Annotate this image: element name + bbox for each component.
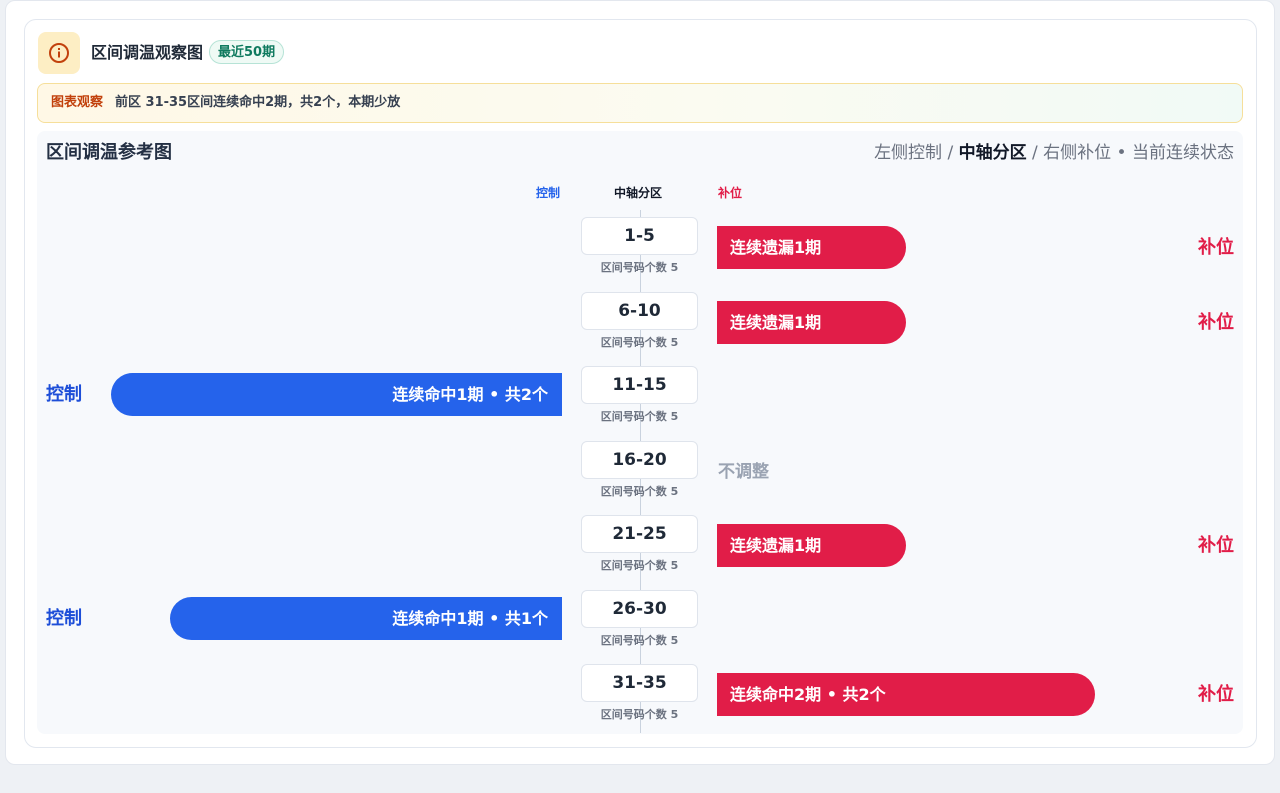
fill-tag: 补位 — [1198, 311, 1234, 333]
fill-tag: 补位 — [1198, 684, 1234, 705]
zone-count-label: 区间号码个数 5 — [600, 559, 679, 572]
zone-range: 1-5 — [581, 217, 698, 255]
control-bar: 连续命中1期 • 共1个 — [170, 596, 562, 640]
zone-row: 1-5 区间号码个数 5 连续遗漏1期 补位 — [0, 217, 1280, 291]
zone-count-label: 区间号码个数 5 — [600, 335, 679, 349]
control-tag: 控制 — [46, 607, 82, 629]
zone-range: 21-25 — [581, 515, 698, 553]
zone-count-label: 区间号码个数 5 — [600, 484, 679, 498]
control-tag: 控制 — [46, 384, 82, 405]
fill-bar: 连续命中2期 • 共2个 — [717, 673, 1095, 716]
zone-range: 31-35 — [581, 664, 698, 702]
legend-status: • 当前连续状态 — [1111, 143, 1234, 163]
column-head-axis: 中轴分区 — [614, 186, 663, 200]
no-adjust-label: 不调整 — [718, 461, 769, 482]
fill-bar: 连续遗漏1期 — [717, 524, 906, 567]
period-badge: 最近50期 — [209, 40, 285, 64]
zone-row: 31-35 区间号码个数 5 连续命中2期 • 共2个 补位 — [0, 664, 1280, 738]
zone-count-label: 区间号码个数 5 — [600, 261, 679, 274]
fill-bar: 连续遗漏1期 — [717, 300, 906, 344]
zone-row: 26-30 区间号码个数 5 连续命中1期 • 共1个 控制 — [0, 589, 1280, 664]
legend-center: 中轴分区 — [958, 143, 1027, 163]
zone-range: 26-30 — [581, 589, 698, 628]
zone-row: 16-20 区间号码个数 5 不调整 — [0, 440, 1280, 515]
legend-separator: / — [942, 143, 959, 163]
fill-tag: 补位 — [1198, 237, 1234, 258]
zone-range: 6-10 — [581, 291, 698, 330]
zone-count-label: 区间号码个数 5 — [600, 708, 679, 721]
observation-note: 图表观察 前区 31-35区间连续命中2期，共2个，本期少放 — [37, 83, 1243, 123]
zone-row: 6-10 区间号码个数 5 连续遗漏1期 补位 — [0, 291, 1280, 366]
note-text: 前区 31-35区间连续命中2期，共2个，本期少放 — [115, 95, 401, 110]
zone-range: 11-15 — [581, 366, 698, 404]
zone-count-label: 区间号码个数 5 — [600, 633, 679, 647]
legend-right: 右侧补位 — [1043, 143, 1112, 163]
column-head-control: 控制 — [536, 186, 561, 200]
info-icon — [38, 32, 80, 74]
zone-row: 21-25 区间号码个数 5 连续遗漏1期 补位 — [0, 515, 1280, 589]
column-head-fill: 补位 — [718, 186, 743, 200]
fill-bar: 连续遗漏1期 — [717, 226, 906, 269]
card-title: 区间调温观察图 — [91, 43, 204, 62]
zone-row: 11-15 区间号码个数 5 连续命中1期 • 共2个 控制 — [0, 366, 1280, 440]
zone-count-label: 区间号码个数 5 — [600, 410, 679, 423]
zone-range: 16-20 — [581, 440, 698, 479]
note-label: 图表观察 — [51, 95, 104, 110]
control-bar: 连续命中1期 • 共2个 — [111, 373, 562, 416]
panel-title: 区间调温参考图 — [46, 142, 172, 163]
panel-legend: 左侧控制 / 中轴分区 / 右侧补位 • 当前连续状态 — [874, 142, 1234, 164]
legend-separator: / — [1026, 143, 1044, 163]
fill-tag: 补位 — [1198, 535, 1234, 556]
legend-left: 左侧控制 — [874, 143, 943, 163]
